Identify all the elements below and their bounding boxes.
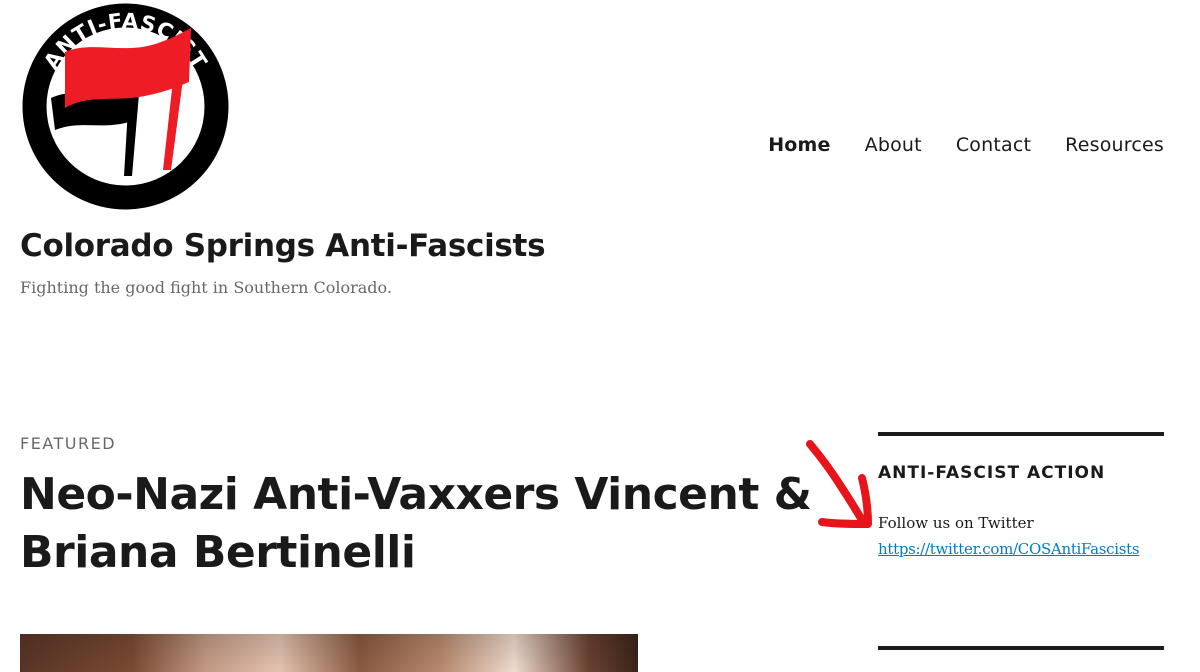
- nav-contact[interactable]: Contact: [956, 134, 1031, 156]
- widget-bottom-rule: [878, 646, 1164, 650]
- site-tagline: Fighting the good fight in Southern Colo…: [20, 278, 392, 297]
- post-image-shade: [20, 634, 638, 672]
- post-featured-image[interactable]: [20, 634, 638, 672]
- post-title: Neo-Nazi Anti-Vaxxers Vincent & Briana B…: [20, 466, 820, 582]
- annotation-arrow-icon: [806, 440, 872, 528]
- nav-about[interactable]: About: [865, 134, 922, 156]
- post-title-link[interactable]: Neo-Nazi Anti-Vaxxers Vincent & Briana B…: [20, 469, 812, 578]
- widget-text: Follow us on Twitter: [878, 514, 1034, 532]
- widget-title: ANTI-FASCIST ACTION: [878, 463, 1106, 483]
- antifa-logo[interactable]: ANTI-FASCIST ACTION: [21, 2, 230, 211]
- nav-resources[interactable]: Resources: [1065, 134, 1164, 156]
- site-title[interactable]: Colorado Springs Anti-Fascists: [20, 228, 546, 264]
- widget-top-rule: [878, 432, 1164, 436]
- twitter-link[interactable]: https://twitter.com/COSAntiFascists: [878, 540, 1140, 558]
- main-nav: Home About Contact Resources: [768, 134, 1164, 156]
- nav-home[interactable]: Home: [768, 134, 830, 156]
- featured-label: FEATURED: [20, 434, 117, 453]
